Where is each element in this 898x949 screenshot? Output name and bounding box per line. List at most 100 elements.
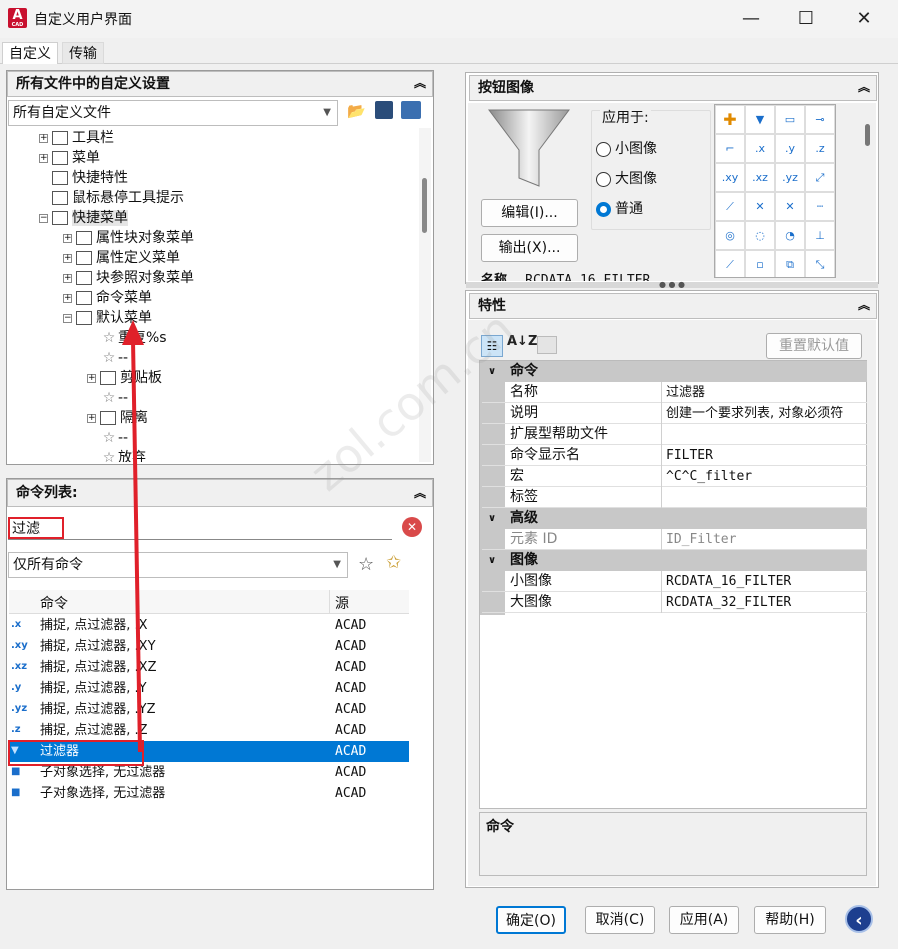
table-row[interactable]: .z 捕捉, 点过滤器, .Z ACAD <box>9 720 409 741</box>
image-grid-cell[interactable]: ▫ <box>745 250 775 277</box>
image-grid-cell[interactable]: ✕ <box>745 192 775 221</box>
image-grid-cell[interactable]: ▭ <box>775 105 805 134</box>
tree-node[interactable]: + 块参照对象菜单 <box>63 268 194 288</box>
file-combo[interactable]: 所有自定义文件 ▼ <box>8 100 338 126</box>
image-grid-cell[interactable]: ⊸ <box>805 105 835 134</box>
tree-node[interactable]: ☆ 重复%s <box>87 328 167 348</box>
save-icon[interactable] <box>375 101 393 119</box>
collapse-icon[interactable]: ︽ <box>414 485 426 501</box>
property-row[interactable]: 大图像 RCDATA_32_FILTER <box>482 592 867 613</box>
property-value[interactable]: RCDATA_16_FILTER <box>663 571 867 592</box>
collapse-panels-icon[interactable]: ‹ <box>845 905 873 933</box>
image-grid-cell[interactable]: ▼ <box>745 105 775 134</box>
clear-search-icon[interactable]: ✕ <box>402 517 422 537</box>
image-grid-cell[interactable]: ◌ <box>745 221 775 250</box>
radio-0[interactable]: 小图像 <box>596 138 657 158</box>
expand-icon[interactable]: + <box>63 273 72 283</box>
property-value[interactable]: RCDATA_32_FILTER <box>663 592 867 613</box>
command-filter-combo[interactable]: 仅所有命令 ▼ <box>8 552 348 578</box>
tree-node[interactable]: ☆ 放弃 <box>87 448 146 462</box>
close-button[interactable]: ✕ <box>847 6 881 32</box>
property-value[interactable]: 过滤器 <box>663 382 867 403</box>
save-as-icon[interactable] <box>401 101 421 119</box>
tree-node[interactable]: + 隔离 <box>87 408 148 428</box>
property-category[interactable]: ∨ 命令 <box>482 361 867 382</box>
open-file-icon[interactable]: 📂 <box>347 102 367 120</box>
cancel-button[interactable]: 取消(C) <box>585 906 655 934</box>
command-search-input[interactable]: 过滤 <box>8 516 392 540</box>
image-grid-cell[interactable]: ✚ <box>715 105 745 134</box>
tree-node[interactable]: + 菜单 <box>39 148 100 168</box>
image-grid-cell[interactable]: .xy <box>715 163 745 192</box>
collapse-icon[interactable]: ︽ <box>414 75 426 91</box>
image-grid-cell[interactable]: ⟋ <box>715 192 745 221</box>
image-grid-cell[interactable]: ◎ <box>715 221 745 250</box>
image-grid-cell[interactable]: .xz <box>745 163 775 192</box>
tree-node[interactable]: ☆ -- <box>87 388 128 408</box>
table-row[interactable]: .xy 捕捉, 点过滤器, .XY ACAD <box>9 636 409 657</box>
expand-icon[interactable]: + <box>87 413 96 423</box>
expand-icon[interactable]: + <box>63 293 72 303</box>
table-row[interactable]: .x 捕捉, 点过滤器, .X ACAD <box>9 615 409 636</box>
collapse-icon[interactable]: ︽ <box>858 297 870 313</box>
tab-customize[interactable]: 自定义 <box>2 42 58 64</box>
collapse-icon[interactable]: ︽ <box>858 79 870 95</box>
property-row[interactable]: 说明 创建一个要求列表, 对象必须符 <box>482 403 867 424</box>
property-category[interactable]: ∨ 图像 <box>482 550 867 571</box>
property-pages-icon[interactable] <box>537 336 557 354</box>
property-category[interactable]: ∨ 高级 <box>482 508 867 529</box>
minimize-button[interactable]: — <box>734 6 768 32</box>
expand-icon[interactable]: + <box>63 233 72 243</box>
ok-button[interactable]: 确定(O) <box>496 906 566 934</box>
property-row[interactable]: 标签 <box>482 487 867 508</box>
property-value[interactable]: FILTER <box>663 445 867 466</box>
tree-node[interactable]: + 命令菜单 <box>63 288 152 308</box>
help-button[interactable]: 帮助(H) <box>754 906 826 934</box>
edit-image-button[interactable]: 编辑(I)... <box>481 199 578 227</box>
image-grid-cell[interactable]: ⊥ <box>805 221 835 250</box>
property-row[interactable]: 扩展型帮助文件 <box>482 424 867 445</box>
expand-icon[interactable]: + <box>87 373 96 383</box>
property-row[interactable]: 小图像 RCDATA_16_FILTER <box>482 571 867 592</box>
table-row[interactable]: .yz 捕捉, 点过滤器, .YZ ACAD <box>9 699 409 720</box>
image-grid-cell[interactable]: ◔ <box>775 221 805 250</box>
reset-defaults-button[interactable]: 重置默认值 <box>766 333 862 359</box>
image-grid-cell[interactable]: ✕ <box>775 192 805 221</box>
image-grid-scrollbar[interactable] <box>862 104 874 278</box>
table-row[interactable]: .xz 捕捉, 点过滤器, .XZ ACAD <box>9 657 409 678</box>
property-row[interactable]: 元素 ID ID_Filter <box>482 529 867 550</box>
column-header-source[interactable]: 源 <box>335 593 349 613</box>
expand-icon[interactable]: + <box>39 133 48 143</box>
image-grid-cell[interactable]: ⟋ <box>715 250 745 277</box>
image-grid-cell[interactable]: ┄ <box>805 192 835 221</box>
tree-node[interactable]: ☆ -- <box>87 428 128 448</box>
property-value[interactable]: ID_Filter <box>663 529 867 550</box>
tree-node[interactable]: 快捷特性 <box>39 168 128 188</box>
image-grid-cell[interactable]: .yz <box>775 163 805 192</box>
tree-node[interactable]: − 默认菜单 <box>63 308 152 328</box>
image-grid-cell[interactable]: ⌐ <box>715 134 745 163</box>
property-row[interactable]: 名称 过滤器 <box>482 382 867 403</box>
collapse-tree-icon[interactable]: − <box>63 313 72 323</box>
property-row[interactable]: 命令显示名 FILTER <box>482 445 867 466</box>
table-row[interactable]: .y 捕捉, 点过滤器, .Y ACAD <box>9 678 409 699</box>
image-grid-cell[interactable]: ⤢ <box>805 163 835 192</box>
tree-node[interactable]: − 快捷菜单 <box>39 208 128 228</box>
tree-node[interactable]: ☆ -- <box>87 348 128 368</box>
maximize-button[interactable]: ☐ <box>789 6 823 32</box>
image-grid-cell[interactable]: ⧉ <box>775 250 805 277</box>
tab-transfer[interactable]: 传输 <box>62 42 104 64</box>
image-grid-cell[interactable]: .z <box>805 134 835 163</box>
image-grid-cell[interactable]: .x <box>745 134 775 163</box>
property-value[interactable]: 创建一个要求列表, 对象必须符 <box>663 403 867 424</box>
table-row[interactable]: ■ 子对象选择, 无过滤器 ACAD <box>9 783 409 804</box>
column-header-command[interactable]: 命令 <box>40 593 68 613</box>
new-command-icon[interactable]: ✩ <box>386 552 401 573</box>
expand-icon[interactable]: + <box>63 253 72 263</box>
tree-node[interactable]: + 属性块对象菜单 <box>63 228 194 248</box>
find-command-icon[interactable]: ☆ <box>358 554 374 575</box>
image-grid-cell[interactable]: ⤡ <box>805 250 835 277</box>
apply-button[interactable]: 应用(A) <box>669 906 739 934</box>
tree-node[interactable]: + 属性定义菜单 <box>63 248 180 268</box>
property-row[interactable]: 宏 ^C^C_filter <box>482 466 867 487</box>
